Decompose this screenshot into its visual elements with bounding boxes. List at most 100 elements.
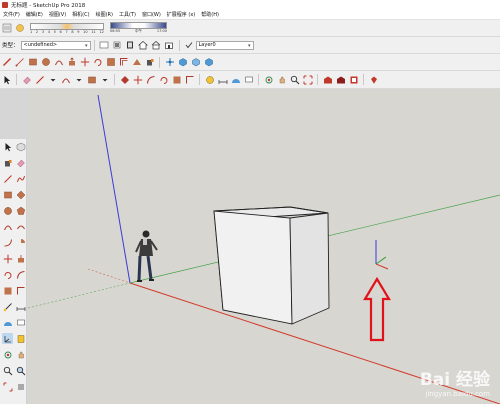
- tape-measure-icon[interactable]: [204, 74, 215, 85]
- menu-view[interactable]: 视图(V): [46, 11, 69, 18]
- warehouse-icon[interactable]: [322, 74, 333, 85]
- polygon-icon[interactable]: [15, 205, 26, 216]
- text-tool-icon[interactable]: [15, 317, 26, 328]
- menu-draw[interactable]: 绘图(R): [93, 11, 116, 18]
- shadow-month-slider[interactable]: 1 2 3 4 5 6 7 8 9 10 11 12: [30, 22, 104, 34]
- book-icon[interactable]: [125, 40, 136, 51]
- menu-camera[interactable]: 相机(C): [69, 11, 92, 18]
- arc-icon[interactable]: [53, 57, 64, 68]
- chevron-down-icon[interactable]: [99, 74, 110, 85]
- component-icon[interactable]: [112, 40, 123, 51]
- scale-icon[interactable]: [171, 74, 182, 85]
- material-select[interactable]: <undefined> ▾: [20, 40, 91, 50]
- select-arrow-icon[interactable]: [1, 74, 12, 85]
- ruby-console-icon[interactable]: [99, 40, 110, 51]
- pencil-icon[interactable]: [34, 74, 45, 85]
- arc-2pt-icon[interactable]: [15, 221, 26, 232]
- pan-icon[interactable]: [15, 349, 26, 360]
- eraser-icon[interactable]: [21, 74, 32, 85]
- chevron-down-icon[interactable]: [73, 74, 84, 85]
- zoom-icon[interactable]: [289, 74, 300, 85]
- layout-icon[interactable]: [348, 74, 359, 85]
- rotate-icon[interactable]: [92, 57, 103, 68]
- rectangle-icon[interactable]: [86, 74, 97, 85]
- iso-view-icon[interactable]: [177, 57, 188, 68]
- zoom-extents-icon[interactable]: [2, 381, 13, 392]
- top-view-icon[interactable]: [190, 57, 201, 68]
- pan-icon[interactable]: [276, 74, 287, 85]
- orbit-icon[interactable]: [2, 349, 13, 360]
- pie-icon[interactable]: [15, 237, 26, 248]
- chevron-down-icon[interactable]: [47, 74, 58, 85]
- shadow-time-slider[interactable]: 06:55 中午 17:00: [110, 22, 167, 34]
- rotate-icon[interactable]: [2, 269, 13, 280]
- tape-measure-icon[interactable]: [2, 301, 13, 312]
- rotated-rectangle-icon[interactable]: [15, 189, 26, 200]
- paint-bucket-icon[interactable]: [144, 57, 155, 68]
- layer-check-icon[interactable]: [184, 40, 195, 51]
- menu-window[interactable]: 窗口(W): [139, 11, 164, 18]
- scale-icon[interactable]: [105, 57, 116, 68]
- menu-help[interactable]: 帮助(H): [198, 11, 222, 18]
- circle-icon[interactable]: [2, 205, 13, 216]
- layer-select[interactable]: Layer0 ▾: [195, 40, 254, 50]
- box-model[interactable]: [213, 206, 330, 325]
- menu-file[interactable]: 文件(F): [0, 11, 23, 18]
- paint-bucket-icon[interactable]: [2, 157, 13, 168]
- warehouse-icon[interactable]: [164, 40, 175, 51]
- zoom-extents-icon[interactable]: [302, 74, 313, 85]
- move-icon[interactable]: [132, 74, 143, 85]
- rectangle-icon[interactable]: [2, 189, 13, 200]
- orbit-icon[interactable]: [164, 57, 175, 68]
- menu-edit[interactable]: 编辑(E): [23, 11, 46, 18]
- move-icon[interactable]: [79, 57, 90, 68]
- scale-icon[interactable]: [2, 285, 13, 296]
- extension-warehouse-icon[interactable]: [335, 74, 346, 85]
- arc-icon[interactable]: [60, 74, 71, 85]
- model-viewport[interactable]: Bai 经验 jingyan.baidu.com: [28, 89, 500, 404]
- axes-icon[interactable]: [2, 333, 13, 344]
- move-icon[interactable]: [2, 253, 13, 264]
- front-view-icon[interactable]: [203, 57, 214, 68]
- line-icon[interactable]: [14, 57, 25, 68]
- menu-extensions[interactable]: 扩展程序 (x): [164, 11, 198, 18]
- dimension-icon[interactable]: [15, 301, 26, 312]
- circle-icon[interactable]: [40, 57, 51, 68]
- rectangle-icon[interactable]: [27, 57, 38, 68]
- zoom-window-icon[interactable]: [15, 365, 26, 376]
- shadow-settings-icon[interactable]: [1, 23, 12, 34]
- offset-icon[interactable]: [15, 285, 26, 296]
- orbit-icon[interactable]: [263, 74, 274, 85]
- previous-view-icon[interactable]: [15, 381, 26, 392]
- shadow-toggle-icon[interactable]: [14, 23, 25, 34]
- pencil-icon[interactable]: [1, 57, 12, 68]
- select-arrow-icon[interactable]: [2, 141, 13, 152]
- freehand-icon[interactable]: [15, 173, 26, 184]
- scene-canvas[interactable]: [28, 89, 500, 404]
- section-plane-icon[interactable]: [15, 333, 26, 344]
- pushpull-icon[interactable]: [119, 74, 130, 85]
- followme-icon[interactable]: [15, 269, 26, 280]
- arc-icon[interactable]: [2, 221, 13, 232]
- followme-icon[interactable]: [145, 74, 156, 85]
- zoom-icon[interactable]: [2, 365, 13, 376]
- rotate-icon[interactable]: [158, 74, 169, 85]
- dimension-icon[interactable]: [217, 74, 228, 85]
- protractor-icon[interactable]: [2, 317, 13, 328]
- pushpull-icon[interactable]: [66, 57, 77, 68]
- scene-icon[interactable]: [151, 40, 162, 51]
- component-icon[interactable]: [15, 141, 26, 152]
- arc-3pt-icon[interactable]: [2, 237, 13, 248]
- line-icon[interactable]: [2, 173, 13, 184]
- eraser-icon[interactable]: [15, 157, 26, 168]
- home-view-icon[interactable]: [138, 40, 149, 51]
- text-tool-icon[interactable]: [243, 74, 254, 85]
- time-end-label: 17:00: [156, 29, 167, 33]
- ruby-icon[interactable]: [368, 74, 379, 85]
- offset-icon[interactable]: [184, 74, 195, 85]
- offset-icon[interactable]: [118, 57, 129, 68]
- pushpull-icon[interactable]: [15, 253, 26, 264]
- followme-icon[interactable]: [131, 57, 142, 68]
- protractor-icon[interactable]: [230, 74, 241, 85]
- menu-tools[interactable]: 工具(T): [116, 11, 139, 18]
